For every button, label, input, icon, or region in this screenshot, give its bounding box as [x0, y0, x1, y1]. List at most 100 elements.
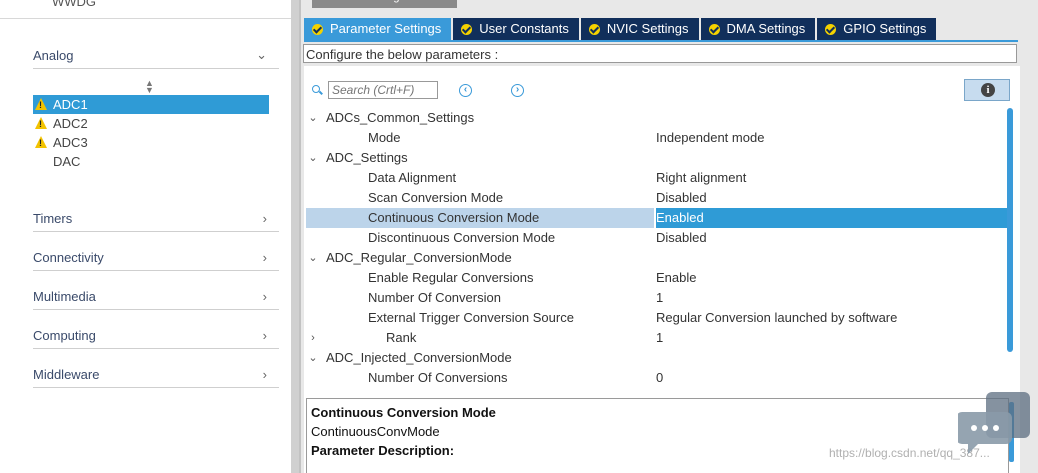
tab-user-constants[interactable]: User Constants [453, 18, 579, 40]
list-item-adc2[interactable]: ADC2 [33, 114, 269, 133]
category-timers[interactable]: Timers › [33, 196, 279, 232]
parameter-name: Enable Regular Conversions [368, 270, 534, 285]
parameter-value[interactable]: Disabled [656, 228, 707, 248]
list-item-adc3[interactable]: ADC3 [33, 133, 269, 152]
chevron-down-icon[interactable]: ⌄ [308, 108, 318, 128]
parameter-name: Data Alignment [368, 170, 457, 185]
parameter-panel: ‹ › i ⌄ ADCs_Common_Settings Mode Independe… [304, 66, 1020, 473]
divider [33, 68, 279, 69]
parameter-name: Scan Conversion Mode [368, 190, 504, 205]
check-circle-icon [461, 23, 473, 35]
parameter-name: ADC_Regular_ConversionMode [326, 250, 512, 265]
info-button[interactable]: i [964, 79, 1010, 101]
chevron-right-icon[interactable]: › [308, 328, 318, 348]
parameter-value[interactable]: Regular Conversion launched by software [656, 308, 897, 328]
tab-label: Parameter Settings [330, 21, 442, 36]
parameter-value[interactable]: Independent mode [656, 128, 764, 148]
tree-parameter-row[interactable]: Number Of Conversions 0 [306, 368, 1006, 388]
category-connectivity[interactable]: Connectivity › [33, 235, 279, 271]
configure-hint: Configure the below parameters : [303, 44, 1017, 63]
tab-dma-settings[interactable]: DMA Settings [700, 18, 816, 40]
chevron-down-icon[interactable]: ⌄ [308, 148, 318, 168]
description-title: Continuous Conversion Mode [311, 405, 496, 420]
category-computing[interactable]: Computing › [33, 313, 279, 349]
sort-icon[interactable]: ▲ ▼ [145, 79, 154, 95]
next-match-button[interactable]: › [511, 84, 524, 97]
category-middleware[interactable]: Middleware › [33, 352, 279, 388]
parameter-value[interactable]: 1 [656, 328, 663, 348]
parameter-name: Rank [386, 330, 417, 345]
category-item-wwdg[interactable]: WWDG [52, 0, 96, 9]
tree-parameter-row[interactable]: › Rank 1 [306, 328, 1006, 348]
parameter-name: Continuous Conversion Mode [368, 210, 540, 225]
tree-parameter-row[interactable]: Mode Independent mode [306, 128, 1006, 148]
check-circle-icon [588, 23, 600, 35]
list-item-adc1[interactable]: ADC1 [33, 95, 269, 114]
reset-configuration-button[interactable]: Reset Configuration [312, 0, 457, 8]
parameter-name: ADCs_Common_Settings [326, 110, 475, 125]
chevron-right-icon: › [262, 250, 267, 265]
divider [33, 309, 279, 310]
chevron-down-icon[interactable]: ⌄ [308, 248, 318, 268]
category-label: Computing [33, 328, 96, 343]
tab-label: User Constants [479, 21, 569, 36]
category-analog[interactable]: Analog ⌄ [33, 33, 279, 69]
search-icon [312, 85, 322, 95]
scrollbar[interactable] [1007, 108, 1013, 352]
parameter-tree: ⌄ ADCs_Common_Settings Mode Independent mod… [306, 108, 1008, 388]
chevron-right-icon: › [262, 367, 267, 382]
parameter-name: Number Of Conversions [368, 370, 508, 385]
parameter-value[interactable]: Disabled [656, 188, 707, 208]
parameter-name: Mode [368, 130, 401, 145]
tab-parameter-settings[interactable]: Parameter Settings [304, 18, 452, 40]
tree-parameter-row[interactable]: Enable Regular Conversions Enable [306, 268, 1006, 288]
panel-splitter[interactable] [291, 0, 301, 473]
list-item-label: ADC1 [53, 97, 88, 112]
list-item-label: ADC2 [53, 116, 88, 131]
tree-parameter-row[interactable]: Discontinuous Conversion Mode Disabled [306, 228, 1006, 248]
tab-label: NVIC Settings [606, 21, 689, 36]
divider [33, 231, 279, 232]
tree-parameter-row[interactable]: Data Alignment Right alignment [306, 168, 1006, 188]
tree-parameter-row[interactable]: Number Of Conversion 1 [306, 288, 1006, 308]
chevron-right-icon: › [262, 328, 267, 343]
description-identifier: ContinuousConvMode [311, 424, 440, 439]
tree-parameter-row[interactable]: Continuous Conversion Mode Enabled [306, 208, 1008, 228]
category-label: Timers [33, 211, 73, 226]
tree-group-row[interactable]: ⌄ ADCs_Common_Settings [306, 108, 1006, 128]
parameter-value[interactable]: 1 [656, 288, 663, 308]
parameter-value[interactable]: Enabled [654, 208, 1008, 228]
tree-parameter-row[interactable]: Scan Conversion Mode Disabled [306, 188, 1006, 208]
warning-icon [35, 117, 47, 129]
tab-underline [304, 40, 1018, 42]
tab-label: GPIO Settings [843, 21, 927, 36]
description-label: Parameter Description: [311, 443, 455, 458]
tree-group-row[interactable]: ⌄ ADC_Injected_ConversionMode [306, 348, 1006, 368]
parameter-name: External Trigger Conversion Source [368, 310, 574, 325]
info-icon: i [981, 83, 995, 97]
tab-gpio-settings[interactable]: GPIO Settings [817, 18, 937, 40]
check-circle-icon [708, 23, 720, 35]
search-bar [312, 81, 438, 99]
tab-bar: Parameter Settings User Constants NVIC S… [304, 18, 938, 40]
tab-nvic-settings[interactable]: NVIC Settings [580, 18, 699, 40]
previous-match-button[interactable]: ‹ [459, 84, 472, 97]
parameter-value[interactable]: 0 [656, 368, 663, 388]
check-circle-icon [312, 23, 323, 35]
list-item-label: ADC3 [53, 135, 88, 150]
tree-group-row[interactable]: ⌄ ADC_Regular_ConversionMode [306, 248, 1006, 268]
warning-icon [35, 98, 47, 110]
tree-group-row[interactable]: ⌄ ADC_Settings [306, 148, 1006, 168]
search-input[interactable] [328, 81, 438, 99]
chat-bubble-icon [958, 392, 1030, 454]
tree-parameter-row[interactable]: External Trigger Conversion Source Regula… [306, 308, 1006, 328]
parameter-value[interactable]: Right alignment [656, 168, 746, 188]
category-multimedia[interactable]: Multimedia › [33, 274, 279, 310]
category-label: Middleware [33, 367, 100, 382]
chevron-down-icon[interactable]: ⌄ [308, 348, 318, 368]
divider [33, 348, 279, 349]
divider [0, 18, 291, 19]
list-item-dac[interactable]: DAC [33, 152, 269, 171]
parameter-value[interactable]: Enable [656, 268, 696, 288]
analog-list: ADC1 ADC2 ADC3 DAC [33, 95, 269, 171]
